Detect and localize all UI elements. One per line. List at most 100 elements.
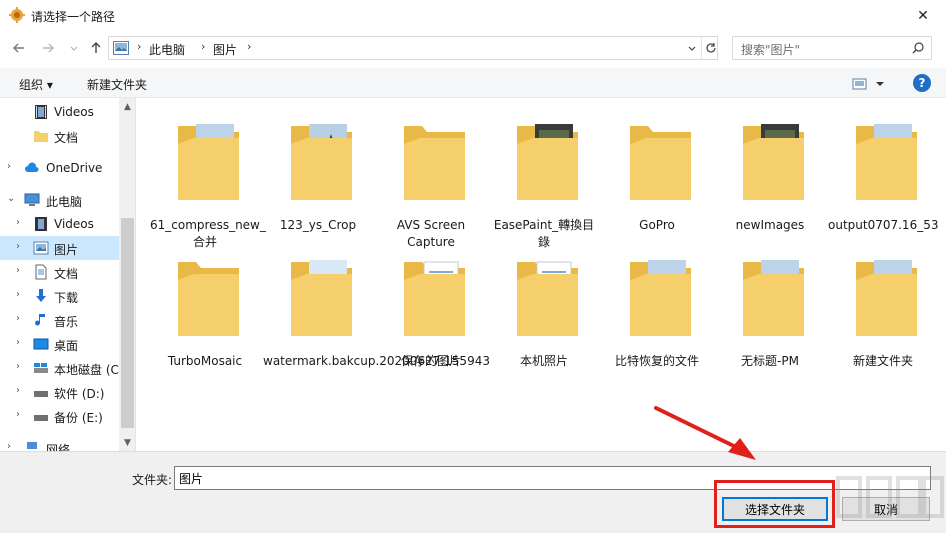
file-name: watermark.bakcup.20200627.155943 [263, 354, 490, 368]
window-title: 请选择一个路径 [31, 10, 116, 24]
expand-arrow-icon[interactable]: › [16, 361, 20, 372]
close-button[interactable]: ✕ [900, 0, 946, 32]
folder-icon [630, 126, 691, 200]
expand-arrow-icon[interactable]: › [7, 161, 11, 172]
expand-arrow-icon[interactable]: › [7, 441, 11, 451]
sidebar-item-label: 本地磁盘 (C [54, 363, 119, 377]
folder-field-label: 文件夹: [132, 473, 173, 487]
sidebar-item-label: Videos [54, 105, 94, 119]
network-icon [27, 442, 37, 449]
pictures-icon [113, 41, 129, 55]
sidebar-item-this-pc[interactable]: ⌄ 此电脑 [0, 188, 119, 212]
expand-arrow-icon[interactable]: › [16, 289, 20, 300]
arrow-left-icon [13, 43, 24, 53]
expand-arrow-icon[interactable]: › [16, 409, 20, 420]
file-item[interactable]: 比特恢复的文件 [602, 246, 712, 376]
file-item[interactable]: output0707.16_53 [828, 110, 938, 240]
file-item[interactable]: newImages [715, 110, 825, 240]
sidebar-item-documents[interactable]: › 文档 [0, 260, 119, 284]
file-name: GoPro [639, 218, 675, 232]
sidebar-item-label: 下载 [54, 291, 79, 305]
folder-icon [856, 124, 917, 200]
file-item[interactable]: 本机照片 [489, 246, 599, 376]
file-item[interactable]: EasePaint_轉換目錄 [489, 110, 599, 249]
video-icon [35, 105, 47, 119]
sidebar-item-label: 备份 (E:) [54, 411, 103, 425]
view-icon [852, 78, 884, 90]
address-bar[interactable]: › 此电脑 › 图片 › [108, 36, 718, 60]
cloud-icon [25, 162, 39, 172]
file-item[interactable]: watermark.bakcup.20200627.155943 [263, 246, 490, 376]
folder-icon [34, 131, 48, 142]
breadcrumb-separator: › [201, 40, 206, 53]
sidebar-item-drive-e[interactable]: › 备份 (E:) [0, 404, 119, 428]
file-item[interactable]: 无标题-PM [715, 246, 825, 376]
command-toolbar: 组织 ▾ 新建文件夹 [0, 68, 946, 98]
breadcrumb-separator: › [137, 40, 142, 53]
folder-icon [291, 124, 352, 200]
folder-icon [743, 260, 804, 336]
file-item[interactable]: TurboMosaic [150, 246, 260, 376]
expand-arrow-icon[interactable]: › [16, 337, 20, 348]
file-item[interactable]: 新建文件夹 [828, 246, 938, 376]
address-dropdown-button[interactable] [683, 37, 701, 59]
arrow-right-icon [43, 43, 54, 53]
sidebar-item-desktop[interactable]: › 桌面 [0, 332, 119, 356]
file-item[interactable]: AVS Screen Capture [376, 110, 486, 249]
scroll-down-icon[interactable]: ▼ [119, 434, 135, 451]
sidebar-item-downloads[interactable]: › 下载 [0, 284, 119, 308]
help-icon[interactable]: ? [913, 74, 931, 92]
sidebar-item-videos-quick[interactable]: Videos [0, 100, 119, 124]
up-button[interactable] [88, 40, 104, 56]
breadcrumb-this-pc[interactable]: 此电脑 [149, 41, 185, 58]
file-name: 无标题-PM [741, 354, 799, 368]
sidebar-scrollbar[interactable]: ▲ ▼ [119, 98, 135, 451]
sidebar-item-label: 图片 [54, 243, 79, 257]
folder-icon [404, 261, 465, 336]
annotation-arrow [654, 406, 756, 460]
refresh-button[interactable] [701, 37, 719, 59]
file-item[interactable]: 61_compress_new_合并 [150, 110, 266, 249]
file-item[interactable]: 保存的图片 [376, 246, 486, 376]
collapse-arrow-icon[interactable]: ⌄ [7, 193, 15, 204]
sidebar-item-network[interactable]: › 网络 [0, 436, 119, 451]
app-icon [9, 7, 25, 23]
arrow-up-icon [91, 42, 101, 53]
folder-icon [856, 260, 917, 336]
file-name: output0707.16_53 [828, 218, 939, 232]
back-button[interactable] [11, 40, 27, 56]
drive-icon [34, 363, 48, 373]
forward-button[interactable] [40, 40, 56, 56]
sidebar-item-label: 软件 (D:) [54, 387, 105, 401]
search-input[interactable]: 搜索"图片" [732, 36, 932, 60]
expand-arrow-icon[interactable]: › [16, 313, 20, 324]
sidebar-item-videos[interactable]: › Videos [0, 212, 119, 236]
watermark-logo [836, 476, 944, 518]
file-item[interactable]: 123_ys_Crop [263, 110, 373, 240]
expand-arrow-icon[interactable]: › [16, 241, 20, 252]
folder-icon [630, 260, 691, 336]
view-options-button[interactable] [852, 76, 888, 92]
organize-menu-button[interactable]: 组织 ▾ [19, 76, 53, 93]
sidebar-item-pictures[interactable]: › 图片 [0, 236, 119, 260]
new-folder-button[interactable]: 新建文件夹 [87, 76, 147, 93]
pictures-icon [33, 241, 49, 255]
file-name: 比特恢复的文件 [614, 354, 699, 368]
sidebar-item-label: OneDrive [46, 161, 103, 175]
expand-arrow-icon[interactable]: › [16, 385, 20, 396]
file-item[interactable]: GoPro [602, 110, 712, 240]
sidebar-item-onedrive[interactable]: › OneDrive [0, 156, 119, 180]
sidebar-item-drive-c[interactable]: › 本地磁盘 (C [0, 356, 119, 380]
scroll-up-icon[interactable]: ▲ [119, 98, 135, 115]
sidebar-item-drive-d[interactable]: › 软件 (D:) [0, 380, 119, 404]
file-name: 保存的图片 [400, 354, 461, 368]
recent-locations-button[interactable] [66, 40, 82, 56]
expand-arrow-icon[interactable]: › [16, 217, 20, 228]
scroll-thumb[interactable] [121, 218, 134, 428]
file-name: 123_ys_Crop [279, 218, 357, 232]
sidebar-item-music[interactable]: › 音乐 [0, 308, 119, 332]
expand-arrow-icon[interactable]: › [16, 265, 20, 276]
breadcrumb-separator: › [247, 40, 252, 53]
breadcrumb-pictures[interactable]: 图片 [213, 41, 237, 58]
sidebar-item-documents-quick[interactable]: 文档 [0, 124, 119, 148]
